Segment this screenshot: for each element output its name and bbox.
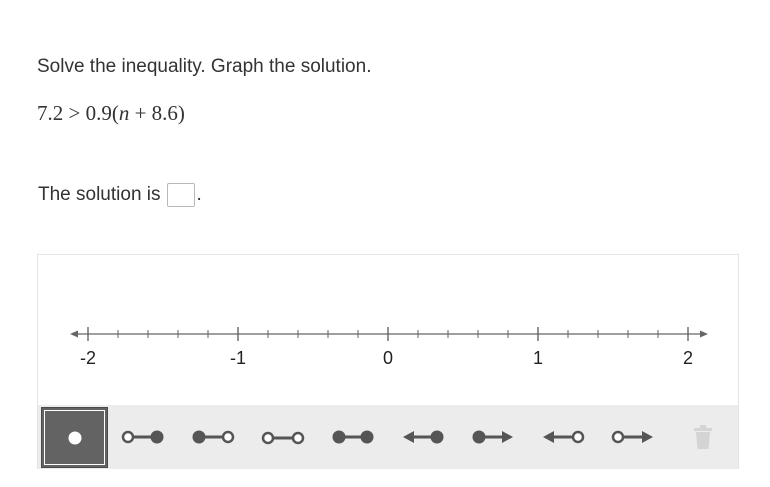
ray-right-open-tool[interactable] [598,405,668,469]
equation-right: + 8.6) [129,101,185,125]
left-ray-open-icon [543,430,585,444]
closed-open-segment-icon [192,430,235,444]
right-ray-open-icon [611,430,653,444]
point-tool[interactable] [41,407,108,468]
segment-open-closed-tool[interactable] [108,405,178,469]
ray-left-open-tool[interactable] [528,405,598,469]
answer-input[interactable] [166,183,195,207]
graph-toolbar [38,405,738,469]
answer-prefix: The solution is [38,184,161,205]
open-open-segment-icon [261,431,305,445]
segment-closed-open-tool[interactable] [178,405,248,469]
ray-right-closed-tool[interactable] [458,405,528,469]
left-ray-closed-icon [403,430,444,444]
open-closed-segment-icon [121,430,164,444]
closed-point-icon [68,431,81,444]
equation-left: 7.2 > 0.9( [37,101,119,125]
tick-label: -1 [230,348,246,368]
equation-variable: n [118,101,130,125]
axis-arrow-right [700,330,708,338]
segment-closed-closed-tool[interactable] [318,405,388,469]
tick-label: 0 [383,348,393,368]
tick-label: 1 [533,348,543,368]
question-prompt: Solve the inequality. Graph the solution… [37,56,372,77]
axis-arrow-left [70,330,78,338]
right-ray-closed-icon [472,430,513,444]
trash-icon [694,425,712,449]
inequality-equation: 7.2 > 0.9(n + 8.6) [37,101,185,126]
segment-open-open-tool[interactable] [248,405,318,469]
number-line-graph[interactable]: -2 -1 0 1 2 [37,254,739,469]
closed-closed-segment-icon [332,430,374,444]
tick-label: -2 [80,348,96,368]
ray-left-closed-tool[interactable] [388,405,458,469]
answer-suffix: . [196,184,202,205]
delete-tool[interactable] [668,405,738,469]
answer-line: The solution is . [38,183,202,207]
tick-label: 2 [683,348,693,368]
number-line[interactable]: -2 -1 0 1 2 [38,255,738,405]
